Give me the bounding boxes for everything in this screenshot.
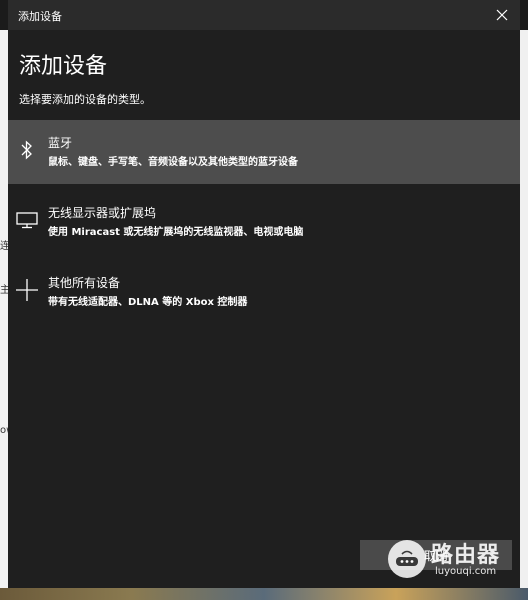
option-title: 无线显示器或扩展坞 <box>48 206 157 220</box>
option-wireless-display[interactable]: 无线显示器或扩展坞 使用 Miracast 或无线扩展坞的无线监视器、电视或电脑 <box>8 190 520 254</box>
background-window-right <box>520 30 528 590</box>
close-icon <box>496 9 508 21</box>
close-button[interactable] <box>490 3 514 27</box>
option-description: 鼠标、键盘、手写笔、音频设备以及其他类型的蓝牙设备 <box>48 157 298 168</box>
plus-icon <box>14 277 40 303</box>
monitor-icon <box>14 207 40 233</box>
option-bluetooth[interactable]: 蓝牙 鼠标、键盘、手写笔、音频设备以及其他类型的蓝牙设备 <box>8 120 520 184</box>
background-window-left: 连 主 ow <box>0 30 14 590</box>
desktop-wallpaper-strip <box>0 588 528 600</box>
add-device-dialog: 添加设备 添加设备 选择要添加的设备的类型。 蓝牙 鼠标、键盘、手写笔、音频设备… <box>8 0 520 588</box>
option-description: 带有无线适配器、DLNA 等的 Xbox 控制器 <box>48 297 248 308</box>
bluetooth-icon <box>14 137 40 163</box>
option-title: 蓝牙 <box>48 136 73 150</box>
dialog-titlebar[interactable]: 添加设备 <box>8 0 520 30</box>
page-subtitle: 选择要添加的设备的类型。 <box>19 93 151 106</box>
cancel-button[interactable]: 取消 <box>360 540 512 570</box>
option-title: 其他所有设备 <box>48 276 121 290</box>
screen: 连 主 ow 添加设备 添加设备 选择要添加的设备的类型。 蓝牙 <box>0 0 528 600</box>
window-title: 添加设备 <box>18 10 62 23</box>
option-everything-else[interactable]: 其他所有设备 带有无线适配器、DLNA 等的 Xbox 控制器 <box>8 260 520 324</box>
option-description: 使用 Miracast 或无线扩展坞的无线监视器、电视或电脑 <box>48 227 304 238</box>
page-title: 添加设备 <box>19 54 108 79</box>
